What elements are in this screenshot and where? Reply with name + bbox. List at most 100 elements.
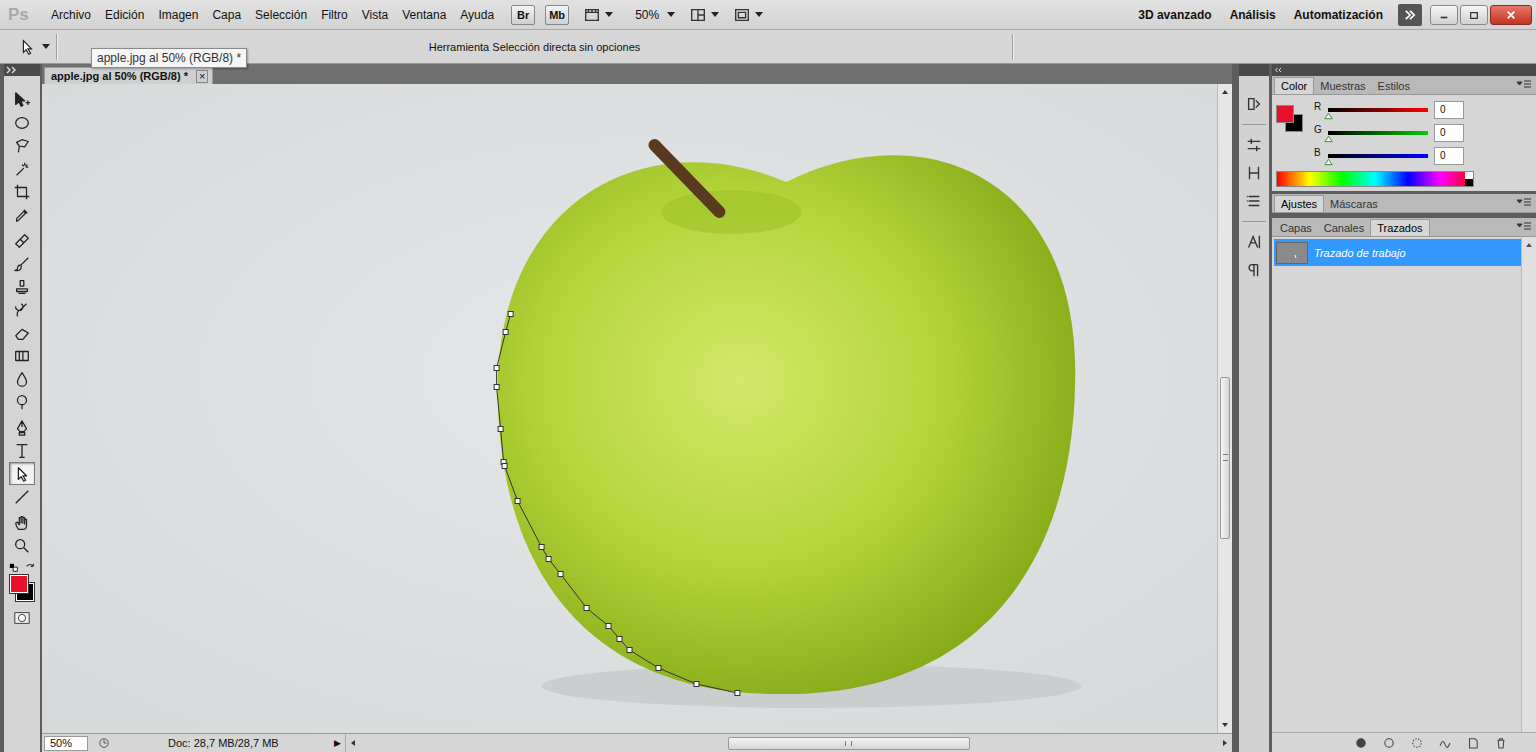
panel-tab[interactable]: Canales (1318, 220, 1370, 236)
channel-value[interactable]: 0 (1434, 101, 1464, 119)
status-menu-button[interactable]: ▶ (334, 738, 341, 748)
path-anchor[interactable] (617, 637, 622, 642)
tool-button[interactable] (9, 298, 35, 321)
path-anchor[interactable] (494, 366, 499, 371)
menu-item[interactable]: Imagen (151, 8, 205, 22)
panel-menu-icon[interactable] (1516, 197, 1532, 207)
tool-button[interactable] (9, 485, 35, 508)
extras-dropdown[interactable] (583, 6, 613, 24)
quick-mask-button[interactable] (13, 609, 31, 627)
tool-button[interactable] (9, 111, 35, 134)
tool-button[interactable] (9, 462, 35, 485)
path-anchor[interactable] (656, 666, 661, 671)
slider-thumb-icon[interactable] (1324, 112, 1333, 120)
tool-button[interactable] (9, 229, 35, 252)
panel-collapse-bar[interactable] (1272, 64, 1536, 76)
scroll-up-icon[interactable] (1524, 240, 1534, 250)
tool-button[interactable] (9, 252, 35, 275)
tool-button[interactable] (9, 344, 35, 367)
path-action-icon[interactable] (1410, 736, 1424, 750)
scroll-thumb[interactable] (1220, 377, 1230, 539)
tool-button[interactable] (9, 275, 35, 298)
path-anchor[interactable] (584, 606, 589, 611)
screen-mode-dropdown[interactable] (733, 6, 763, 24)
status-icon[interactable] (98, 737, 110, 749)
panel-menu-icon[interactable] (1516, 221, 1532, 231)
panel-tab[interactable]: Máscaras (1324, 196, 1384, 212)
scroll-right-icon[interactable] (1220, 738, 1230, 748)
document-tab[interactable]: apple.jpg al 50% (RGB/8) * × (44, 67, 213, 84)
zoom-dropdown[interactable]: 50% (635, 8, 675, 22)
path-anchor[interactable] (498, 427, 503, 432)
path-anchor[interactable] (735, 691, 740, 696)
path-anchor[interactable] (539, 545, 544, 550)
panel-tab[interactable]: Muestras (1314, 78, 1371, 94)
document-close-button[interactable]: × (196, 70, 208, 83)
tool-button[interactable] (9, 511, 35, 534)
menu-item[interactable]: Vista (355, 8, 395, 22)
path-action-icon[interactable] (1494, 736, 1508, 750)
path-anchor[interactable] (515, 499, 520, 504)
path-anchor[interactable] (502, 464, 507, 469)
mini-bridge-button[interactable]: Mb (545, 5, 569, 25)
tool-button[interactable] (9, 439, 35, 462)
channel-slider[interactable] (1328, 154, 1428, 158)
path-action-icon[interactable] (1438, 736, 1452, 750)
dock-button[interactable] (1241, 256, 1267, 284)
menu-item[interactable]: Edición (98, 8, 151, 22)
restore-button[interactable] (1460, 5, 1488, 25)
panel-tab[interactable]: Capas (1274, 220, 1318, 236)
horizontal-scrollbar[interactable] (345, 734, 1232, 752)
panel-menu-icon[interactable] (1516, 79, 1532, 89)
path-anchor[interactable] (546, 557, 551, 562)
dock-button[interactable] (1241, 228, 1267, 256)
tool-button[interactable] (9, 534, 35, 557)
workspace-button[interactable]: Análisis (1221, 8, 1285, 22)
path-action-icon[interactable] (1354, 736, 1368, 750)
dock-button[interactable] (1241, 159, 1267, 187)
swap-colors-icon[interactable] (25, 563, 35, 573)
zoom-field[interactable]: 50% (44, 736, 88, 751)
path-anchor[interactable] (606, 624, 611, 629)
channel-value[interactable]: 0 (1434, 147, 1464, 165)
panel-tab[interactable]: Color (1274, 77, 1314, 94)
panel-tab[interactable]: Trazados (1370, 219, 1429, 236)
dock-button[interactable] (1241, 187, 1267, 215)
channel-value[interactable]: 0 (1434, 124, 1464, 142)
tool-button[interactable] (9, 390, 35, 413)
path-anchor[interactable] (558, 572, 563, 577)
panel-tab[interactable]: Estilos (1372, 78, 1416, 94)
tool-button[interactable] (9, 157, 35, 180)
path-action-icon[interactable] (1466, 736, 1480, 750)
tool-button[interactable] (9, 180, 35, 203)
path-anchor[interactable] (494, 385, 499, 390)
path-anchor[interactable] (503, 330, 508, 335)
panel-collapse-bar[interactable] (4, 64, 40, 76)
channel-slider[interactable] (1328, 108, 1428, 112)
workspace-button[interactable]: 3D avanzado (1129, 8, 1220, 22)
color-spectrum[interactable] (1276, 171, 1474, 187)
tool-preset-picker[interactable] (0, 38, 56, 56)
tool-button[interactable] (9, 88, 35, 111)
close-button[interactable] (1490, 5, 1532, 25)
minimize-button[interactable] (1430, 5, 1458, 25)
tool-button[interactable] (9, 134, 35, 157)
scroll-down-icon[interactable] (1220, 720, 1230, 730)
menu-item[interactable]: Ayuda (453, 8, 501, 22)
panel-tab[interactable]: Ajustes (1274, 195, 1324, 212)
scroll-thumb[interactable] (728, 737, 970, 750)
scroll-up-icon[interactable] (1220, 87, 1230, 97)
menu-item[interactable]: Filtro (314, 8, 355, 22)
workspace-button[interactable]: Automatización (1285, 8, 1392, 22)
tool-button[interactable] (9, 416, 35, 439)
menu-item[interactable]: Ventana (395, 8, 453, 22)
tool-button[interactable] (9, 203, 35, 226)
bridge-button[interactable]: Br (511, 5, 535, 25)
channel-slider[interactable] (1328, 131, 1428, 135)
path-anchor[interactable] (694, 682, 699, 687)
work-path[interactable] (497, 314, 738, 693)
path-row[interactable]: Trazado de trabajo (1274, 239, 1521, 266)
tool-button[interactable] (9, 367, 35, 390)
path-anchor[interactable] (508, 312, 513, 317)
vertical-scrollbar[interactable] (1217, 84, 1232, 733)
